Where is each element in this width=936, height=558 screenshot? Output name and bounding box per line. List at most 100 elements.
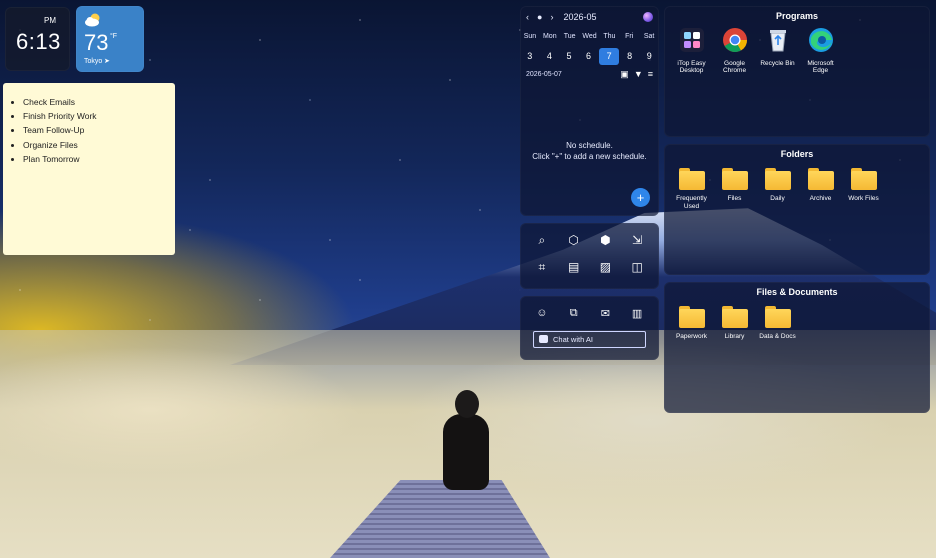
chat-with-ai-input[interactable]: Chat with AI xyxy=(533,331,646,348)
location-arrow-icon: ➤ xyxy=(104,58,110,65)
folder-label: Frequently Used xyxy=(676,195,707,210)
folder-paperwork[interactable]: Paperwork xyxy=(670,302,713,341)
weather-city: Tokyo xyxy=(84,58,103,65)
clock-ampm: PM xyxy=(44,16,56,25)
calendar-day[interactable]: 8 xyxy=(620,48,640,65)
folder-files[interactable]: Files xyxy=(713,164,756,210)
folder-icon xyxy=(678,306,705,328)
programs-title: Programs xyxy=(775,11,819,21)
selected-date: 2026-05-07 xyxy=(526,71,562,78)
weather-unit: °F xyxy=(110,33,118,40)
folder-icon xyxy=(764,168,791,190)
folder-library[interactable]: Library xyxy=(713,302,756,341)
crop-icon[interactable]: ⌗ xyxy=(526,260,558,274)
add-schedule-hint: Click "+" to add a new schedule. xyxy=(532,152,647,161)
program-microsoft-edge[interactable]: Microsoft Edge xyxy=(799,26,842,75)
split-view-icon[interactable]: ◫ xyxy=(621,260,653,274)
folder-label: Archive xyxy=(809,195,832,202)
partly-cloudy-icon xyxy=(85,13,100,27)
filter-icon[interactable]: ▼ xyxy=(634,69,643,80)
folder-label: Files xyxy=(727,195,742,202)
menu-icon[interactable]: ≡ xyxy=(648,69,653,80)
files-documents-group: Files & Documents Paperwork Library Data… xyxy=(664,282,930,413)
calendar-widget: ‹ ● › 2026-05 Sun Mon Tue Wed Thu Fri Sa… xyxy=(520,6,659,216)
calendar-day[interactable]: 9 xyxy=(639,48,659,65)
folder-label: Data & Docs xyxy=(759,333,796,340)
calendar-day[interactable]: 5 xyxy=(559,48,579,65)
package-icon[interactable]: ⬢ xyxy=(590,233,622,247)
search-icon[interactable]: ⌕ xyxy=(526,233,558,247)
programs-group: Programs iTop Easy Desktop Google Chrome xyxy=(664,6,930,137)
recycle-bin-icon xyxy=(769,30,786,52)
person-silhouette xyxy=(443,414,489,490)
ai-orb-icon[interactable] xyxy=(643,12,653,22)
folder-icon xyxy=(678,168,705,190)
weekday: Wed xyxy=(582,33,597,40)
todo-list: Check Emails Finish Priority Work Team F… xyxy=(3,95,175,166)
no-schedule-text: No schedule. xyxy=(566,141,613,150)
weather-temperature: 73 xyxy=(84,30,109,55)
chrome-icon xyxy=(722,28,747,53)
person-head xyxy=(455,390,479,418)
add-schedule-button[interactable]: + xyxy=(631,188,650,207)
folder-frequently-used[interactable]: Frequently Used xyxy=(670,164,713,210)
weekday: Mon xyxy=(542,33,557,40)
sticky-note[interactable]: Check Emails Finish Priority Work Team F… xyxy=(3,83,175,255)
ai-assistant-icon[interactable]: ☺ xyxy=(526,307,558,320)
clock-widget[interactable]: PM 6:13 xyxy=(5,7,70,71)
chat-with-ai-placeholder: Chat with AI xyxy=(553,335,594,344)
calendar-month: 2026-05 xyxy=(563,12,597,22)
folders-group: Folders Frequently Used Files Daily Arch… xyxy=(664,144,930,275)
folder-archive[interactable]: Archive xyxy=(799,164,842,210)
today-dot-icon[interactable]: ● xyxy=(537,12,542,22)
folder-daily[interactable]: Daily xyxy=(756,164,799,210)
cube-icon[interactable]: ⬡ xyxy=(558,233,590,247)
ai-tools-panel: ☺ ⧉ ✉ ▥ Chat with AI xyxy=(520,296,659,360)
notes-icon[interactable]: ▥ xyxy=(621,307,653,320)
quick-tools-panel: ⌕ ⬡ ⬢ ⇲ ⌗ ▤ ▨ ◫ xyxy=(520,223,659,289)
program-label: Recycle Bin xyxy=(760,59,795,67)
todo-item: Organize Files xyxy=(23,138,175,152)
folders-title: Folders xyxy=(780,149,814,159)
folder-icon xyxy=(850,168,877,190)
calendar-header: ‹ ● › 2026-05 xyxy=(526,12,604,22)
folder-data-docs[interactable]: Data & Docs xyxy=(756,302,799,341)
todo-item: Plan Tomorrow xyxy=(23,152,175,166)
program-recycle-bin[interactable]: Recycle Bin xyxy=(756,26,799,75)
weather-widget[interactable]: 73 °F Tokyo ➤ xyxy=(76,6,144,72)
folder-icon xyxy=(721,168,748,190)
weekday: Tue xyxy=(563,33,576,40)
folder-icon xyxy=(807,168,834,190)
image-icon[interactable]: ▨ xyxy=(590,260,622,274)
program-itop-easy-desktop[interactable]: iTop Easy Desktop xyxy=(670,26,713,75)
weekday: Fri xyxy=(625,33,634,40)
calendar-day-today[interactable]: 7 xyxy=(599,48,619,65)
calendar-day[interactable]: 4 xyxy=(540,48,560,65)
folder-icon xyxy=(721,306,748,328)
chevron-left-icon[interactable]: ‹ xyxy=(526,12,529,22)
translate-icon[interactable]: ⧉ xyxy=(558,307,590,320)
weekday: Sat xyxy=(643,33,655,40)
folder-import-icon[interactable]: ⇲ xyxy=(621,233,653,247)
chevron-right-icon[interactable]: › xyxy=(550,12,553,22)
folder-icon xyxy=(764,306,791,328)
chat-bubble-icon xyxy=(539,335,548,343)
day-row: 3 4 5 6 7 8 9 xyxy=(520,48,659,65)
document-icon[interactable]: ▤ xyxy=(558,260,590,274)
weekday: Sun xyxy=(523,33,537,40)
folder-work-files[interactable]: Work Files xyxy=(842,164,885,210)
folder-label: Library xyxy=(724,333,745,340)
todo-item: Check Emails xyxy=(23,95,175,109)
folder-label: Work Files xyxy=(848,195,879,202)
itop-easy-desktop-icon xyxy=(679,28,704,52)
clock-time: 6:13 xyxy=(16,29,61,54)
ai-chat-icon[interactable]: ✉ xyxy=(590,307,622,320)
calendar-icon[interactable]: ▣ xyxy=(620,69,629,80)
calendar-day[interactable]: 3 xyxy=(520,48,540,65)
todo-item: Finish Priority Work xyxy=(23,109,175,123)
program-google-chrome[interactable]: Google Chrome xyxy=(713,26,756,75)
program-label: Microsoft Edge xyxy=(807,59,834,75)
weekday-row: Sun Mon Tue Wed Thu Fri Sat xyxy=(520,33,659,40)
program-label: iTop Easy Desktop xyxy=(677,59,706,75)
calendar-day[interactable]: 6 xyxy=(579,48,599,65)
